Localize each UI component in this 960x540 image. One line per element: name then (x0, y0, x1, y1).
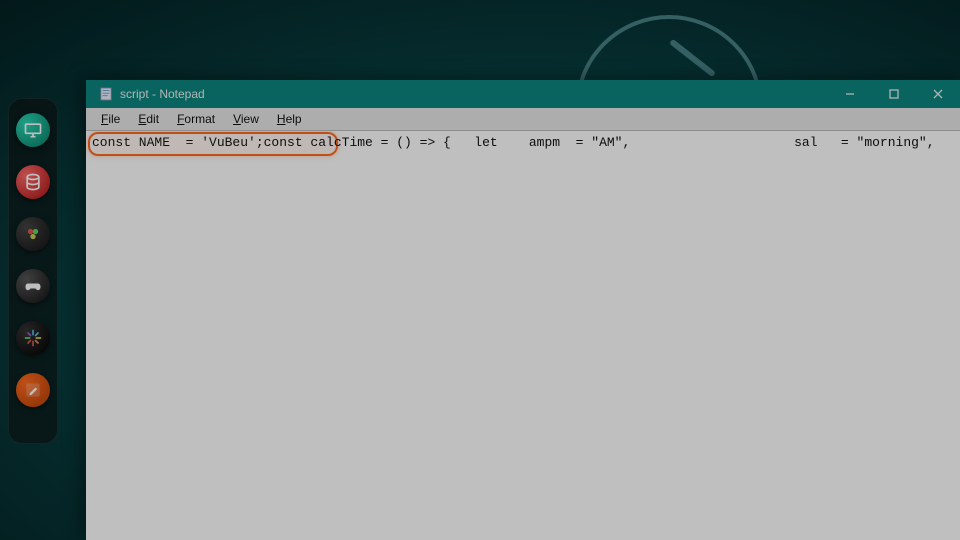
menu-help[interactable]: Help (268, 110, 311, 128)
notepad-app-icon (100, 87, 112, 101)
code-highlighted-segment: const NAME = 'VuBeu' (92, 135, 256, 150)
pen-square-icon[interactable] (16, 373, 50, 407)
dock (8, 98, 58, 444)
code-rest-segment: ;const calcTime = () => { let ampm = "AM… (256, 135, 935, 150)
code-content: const NAME = 'VuBeu';const calcTime = ()… (92, 135, 954, 150)
spark-icon[interactable] (16, 321, 50, 355)
maximize-button[interactable] (872, 80, 916, 108)
editor-area[interactable]: const NAME = 'VuBeu';const calcTime = ()… (86, 131, 960, 540)
close-button[interactable] (916, 80, 960, 108)
gamepad-icon[interactable] (16, 269, 50, 303)
database-icon[interactable] (16, 165, 50, 199)
menu-bar: File Edit Format View Help (86, 108, 960, 131)
notepad-window: script - Notepad File Edit Format View H… (86, 80, 960, 540)
menu-edit[interactable]: Edit (129, 110, 168, 128)
menu-file[interactable]: File (92, 110, 129, 128)
titlebar[interactable]: script - Notepad (86, 80, 960, 108)
minimize-button[interactable] (828, 80, 872, 108)
film-icon[interactable] (16, 217, 50, 251)
menu-view[interactable]: View (224, 110, 268, 128)
window-title: script - Notepad (120, 87, 205, 101)
monitor-icon[interactable] (16, 113, 50, 147)
menu-format[interactable]: Format (168, 110, 224, 128)
